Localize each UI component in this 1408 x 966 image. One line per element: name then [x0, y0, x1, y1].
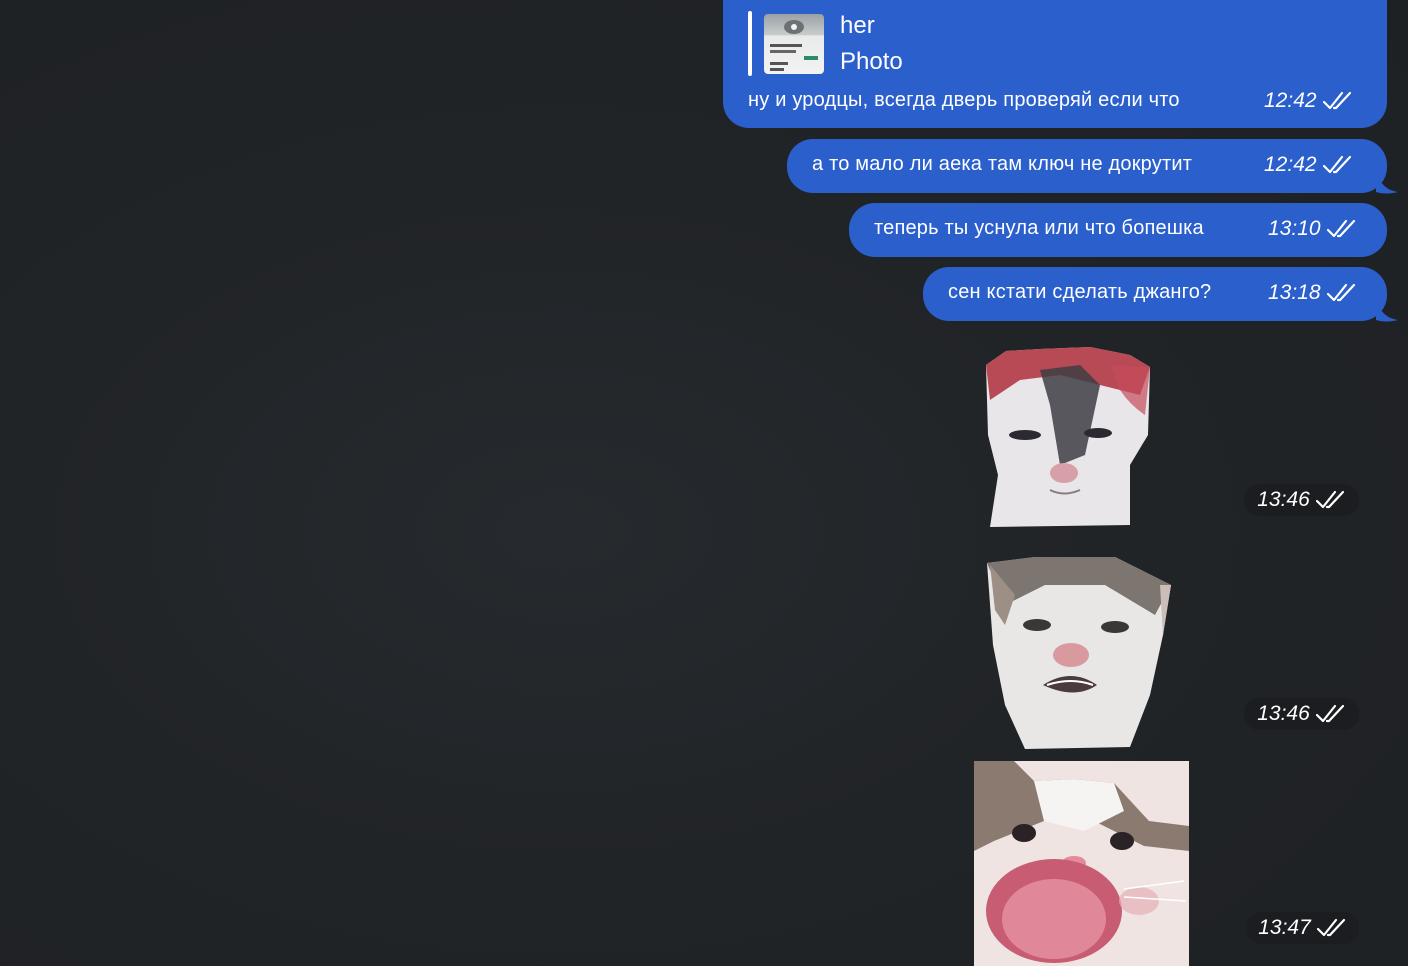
- message-text: сен кстати сделать джанго?: [948, 281, 1212, 303]
- double-check-icon: [1322, 155, 1351, 174]
- reply-photo-thumbnail[interactable]: [764, 14, 824, 74]
- sticker-meta: 13:46: [1244, 698, 1359, 730]
- double-check-icon: [1326, 283, 1355, 302]
- sticker-meta: 13:46: [1244, 484, 1359, 516]
- bubble-tail: [1376, 170, 1398, 194]
- message-bubble[interactable]: теперь ты уснула или что бопешка 13:10: [849, 203, 1387, 257]
- message-meta: 12:42: [1264, 153, 1353, 177]
- reply-quote-bar: [748, 11, 752, 76]
- double-check-icon: [1315, 490, 1344, 509]
- bubble-tail: [1376, 298, 1398, 322]
- cat-sticker-screaming[interactable]: [974, 761, 1189, 966]
- double-check-icon: [1316, 918, 1345, 937]
- message-time: 13:46: [1257, 488, 1310, 511]
- message-bubble-reply[interactable]: her Photo ну и уродцы, всегда дверь пров…: [723, 0, 1387, 128]
- message-time: 13:46: [1257, 702, 1310, 725]
- message-text: теперь ты уснула или что бопешка: [874, 217, 1204, 239]
- message-time: 12:42: [1264, 153, 1317, 176]
- message-time: 13:47: [1258, 916, 1311, 939]
- message-time: 13:10: [1268, 217, 1321, 240]
- message-meta: 12:42: [1264, 89, 1353, 113]
- message-bubble[interactable]: а то мало ли аека там ключ не докрутит 1…: [787, 139, 1387, 193]
- cat-sticker-image: [987, 557, 1171, 749]
- message-time: 13:18: [1268, 281, 1321, 304]
- message-text: ну и уродцы, всегда дверь проверяй если …: [748, 89, 1180, 111]
- cat-sticker-image: [986, 347, 1150, 527]
- double-check-icon: [1315, 704, 1344, 723]
- message-bubble[interactable]: сен кстати сделать джанго? 13:18: [923, 267, 1387, 321]
- double-check-icon: [1322, 91, 1351, 110]
- message-text: а то мало ли аека там ключ не докрутит: [812, 153, 1193, 175]
- sticker-meta: 13:47: [1246, 912, 1359, 944]
- cat-sticker-pouting[interactable]: [985, 555, 1173, 750]
- message-meta: 13:10: [1268, 217, 1357, 241]
- reply-preview: Photo: [840, 48, 903, 75]
- double-check-icon: [1326, 219, 1355, 238]
- message-time: 12:42: [1264, 89, 1317, 112]
- cat-sticker-squinting[interactable]: [980, 345, 1155, 530]
- cat-sticker-image: [974, 761, 1189, 966]
- reply-author: her: [840, 12, 875, 39]
- message-meta: 13:18: [1268, 281, 1357, 305]
